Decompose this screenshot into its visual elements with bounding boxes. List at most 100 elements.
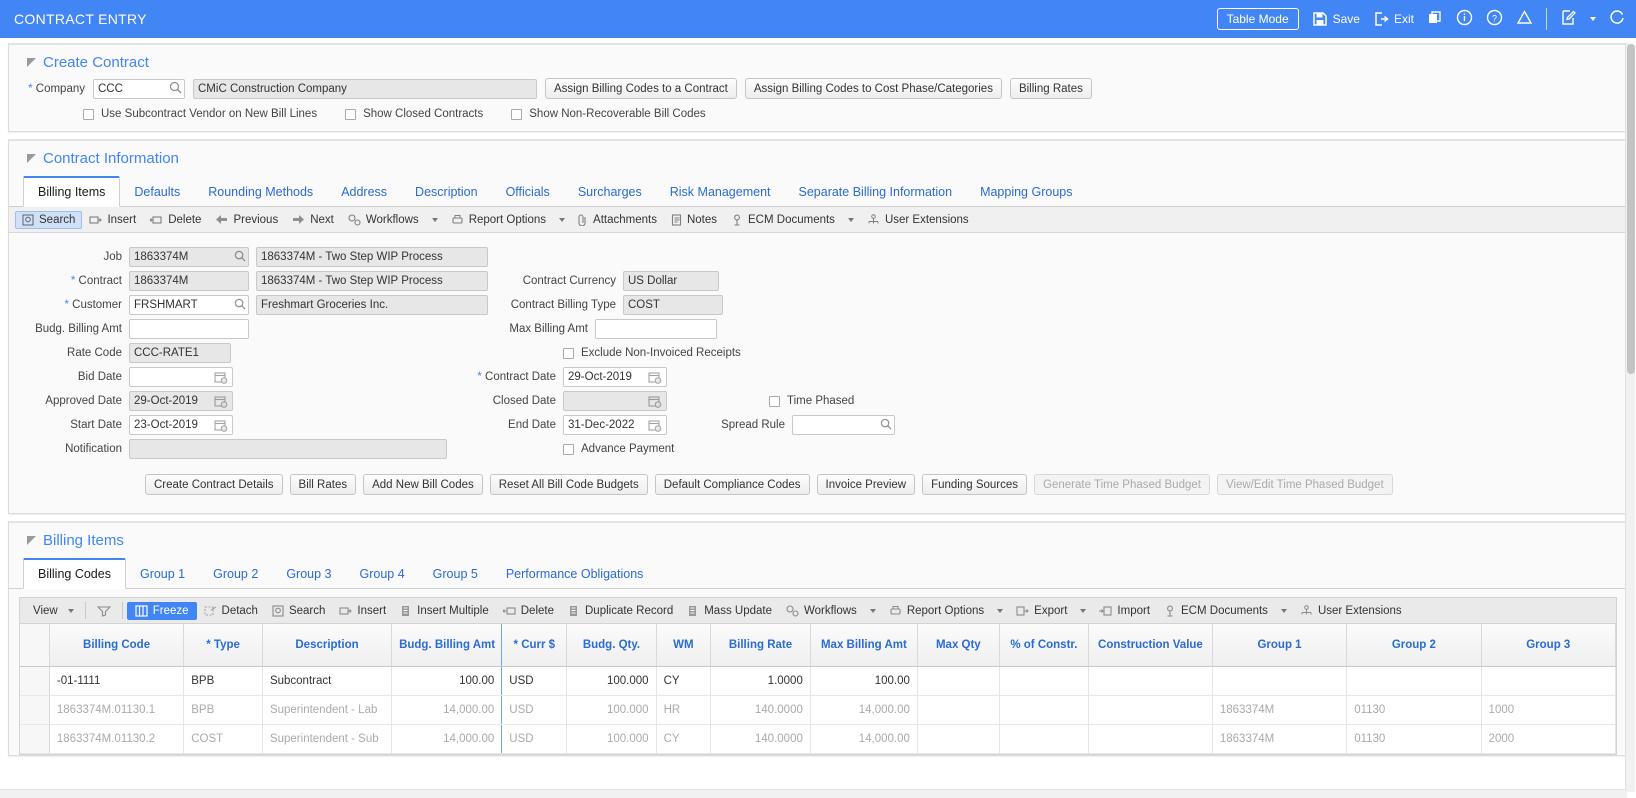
checkbox-box[interactable] (769, 395, 780, 407)
cell-group-3[interactable]: 1000 (1481, 695, 1616, 725)
search-icon[interactable] (169, 81, 182, 97)
tab-group-5[interactable]: Group 5 (419, 560, 492, 588)
calendar-icon[interactable] (648, 395, 662, 408)
grid-insert-button[interactable]: Insert (332, 602, 393, 620)
col-group-3[interactable]: Group 3 (1481, 624, 1616, 667)
grid-ecm-documents-button[interactable]: ECM Documents (1157, 602, 1275, 620)
grid-view-menu[interactable]: View (26, 602, 81, 620)
cell-curr[interactable]: USD (501, 666, 568, 696)
cell-billing-code[interactable]: -01-1111 (49, 666, 185, 696)
copy-icon[interactable] (1427, 10, 1443, 29)
action-notes[interactable]: Notes (664, 211, 724, 229)
collapse-triangle-icon[interactable] (27, 154, 36, 163)
cell-wm[interactable]: CY (656, 666, 712, 696)
col-construction-value[interactable]: Construction Value (1088, 624, 1213, 667)
chevron-down-icon[interactable] (1590, 17, 1596, 21)
tab-group-4[interactable]: Group 4 (345, 560, 418, 588)
spread-rule-input[interactable] (792, 415, 895, 435)
tab-billing-items[interactable]: Billing Items (23, 176, 121, 207)
cell-description[interactable]: Subcontract (262, 666, 393, 696)
cell-max-billing-amt[interactable]: 14,000.00 (810, 724, 918, 754)
table-row[interactable]: 1863374M.01130.1 BPB Superintendent - La… (20, 695, 1616, 725)
collapse-triangle-icon[interactable] (27, 536, 36, 545)
tab-rounding-methods[interactable]: Rounding Methods (194, 178, 327, 206)
action-workflows[interactable]: Workflows (341, 211, 426, 229)
collapse-triangle-icon[interactable] (27, 58, 36, 67)
tab-performance-obligations[interactable]: Performance Obligations (492, 560, 658, 588)
col-curr[interactable]: * Curr $ (501, 624, 568, 667)
select-all-header[interactable] (20, 624, 50, 667)
grid-user-extensions-button[interactable]: User Extensions (1293, 602, 1409, 620)
cell-max-billing-amt[interactable]: 100.00 (810, 666, 918, 696)
create-contract-header[interactable]: Create Contract (9, 45, 1627, 78)
cell-group-1[interactable] (1212, 666, 1348, 696)
cell-construction-value[interactable] (1088, 695, 1213, 725)
assign-billing-codes-contract-button[interactable]: Assign Billing Codes to a Contract (545, 78, 737, 99)
tab-address[interactable]: Address (327, 178, 401, 206)
edit-icon[interactable] (1560, 9, 1577, 29)
col-type[interactable]: * Type (183, 624, 263, 667)
cell-group-3[interactable]: 2000 (1481, 724, 1616, 754)
grid-delete-button[interactable]: Delete (496, 602, 561, 620)
use-subcontract-vendor-checkbox[interactable]: Use Subcontract Vendor on New Bill Lines (83, 108, 317, 120)
col-max-qty[interactable]: Max Qty (917, 624, 1000, 667)
tab-group-3[interactable]: Group 3 (272, 560, 345, 588)
contract-billing-type-input[interactable]: COST (623, 295, 723, 315)
chevron-down-icon[interactable] (1280, 608, 1287, 613)
row-selector[interactable] (20, 666, 50, 696)
cell-budg-billing-amt[interactable]: 100.00 (391, 666, 503, 696)
cell-construction-value[interactable] (1088, 724, 1213, 754)
cell-budg-qty[interactable]: 100.000 (566, 666, 657, 696)
cell-group-2[interactable] (1346, 666, 1482, 696)
checkbox-box[interactable] (563, 443, 574, 455)
cell-type[interactable]: BPB (183, 695, 263, 725)
action-next[interactable]: Next (285, 211, 341, 229)
col-pct-constr[interactable]: % of Constr. (999, 624, 1090, 667)
grid-import-button[interactable]: Import (1092, 602, 1157, 620)
tab-billing-codes[interactable]: Billing Codes (23, 558, 126, 589)
action-search[interactable]: Search (15, 210, 83, 229)
cell-curr[interactable]: USD (501, 724, 568, 754)
info-icon[interactable] (1456, 9, 1473, 29)
chevron-down-icon[interactable] (997, 608, 1004, 613)
action-insert[interactable]: Insert (82, 211, 143, 229)
checkbox-box[interactable] (511, 108, 523, 120)
grid-freeze-button[interactable]: Freeze (126, 601, 197, 620)
grid-workflows-button[interactable]: Workflows (779, 602, 864, 620)
table-row[interactable]: 1863374M.01130.2 COST Superintendent - S… (20, 724, 1616, 754)
cell-group-2[interactable]: 01130 (1346, 695, 1482, 725)
cell-pct-constr[interactable] (999, 724, 1090, 754)
contract-code-input[interactable]: 1863374M (129, 271, 249, 291)
exit-button[interactable]: Exit (1373, 11, 1414, 27)
cell-type[interactable]: COST (183, 724, 263, 754)
cell-group-1[interactable]: 1863374M (1212, 724, 1348, 754)
contract-currency-input[interactable]: US Dollar (623, 271, 719, 291)
grid-insert-multiple-button[interactable]: Insert Multiple (393, 602, 496, 620)
table-row[interactable]: -01-1111 BPB Subcontract 100.00 USD 100.… (20, 666, 1616, 696)
col-wm[interactable]: WM (656, 624, 712, 667)
cell-billing-rate[interactable]: 140.0000 (710, 695, 811, 725)
search-icon[interactable] (234, 298, 246, 313)
calendar-icon[interactable] (648, 419, 662, 432)
chevron-down-icon[interactable] (869, 608, 876, 613)
cell-type[interactable]: BPB (183, 666, 263, 696)
cell-max-qty[interactable] (917, 666, 1000, 696)
rate-code-input[interactable]: CCC-RATE1 (129, 343, 231, 363)
col-max-billing-amt[interactable]: Max Billing Amt (810, 624, 918, 667)
cell-budg-qty[interactable]: 100.000 (566, 695, 657, 725)
start-date-input[interactable]: 23-Oct-2019 (129, 415, 233, 435)
notification-input[interactable] (129, 439, 447, 459)
cell-budg-billing-amt[interactable]: 14,000.00 (391, 724, 503, 754)
show-closed-contracts-checkbox[interactable]: Show Closed Contracts (345, 108, 483, 120)
cell-pct-constr[interactable] (999, 666, 1090, 696)
col-billing-code[interactable]: Billing Code (49, 624, 185, 667)
warning-icon[interactable] (1516, 9, 1533, 29)
col-description[interactable]: Description (262, 624, 393, 667)
cell-group-2[interactable]: 01130 (1346, 724, 1482, 754)
chevron-down-icon[interactable] (559, 217, 566, 222)
contract-date-input[interactable]: 29-Oct-2019 (563, 367, 667, 387)
cell-max-qty[interactable] (917, 695, 1000, 725)
exclude-non-invoiced-receipts-checkbox[interactable]: Exclude Non-Invoiced Receipts (563, 347, 741, 359)
contract-information-header[interactable]: Contract Information (9, 141, 1627, 174)
cell-pct-constr[interactable] (999, 695, 1090, 725)
